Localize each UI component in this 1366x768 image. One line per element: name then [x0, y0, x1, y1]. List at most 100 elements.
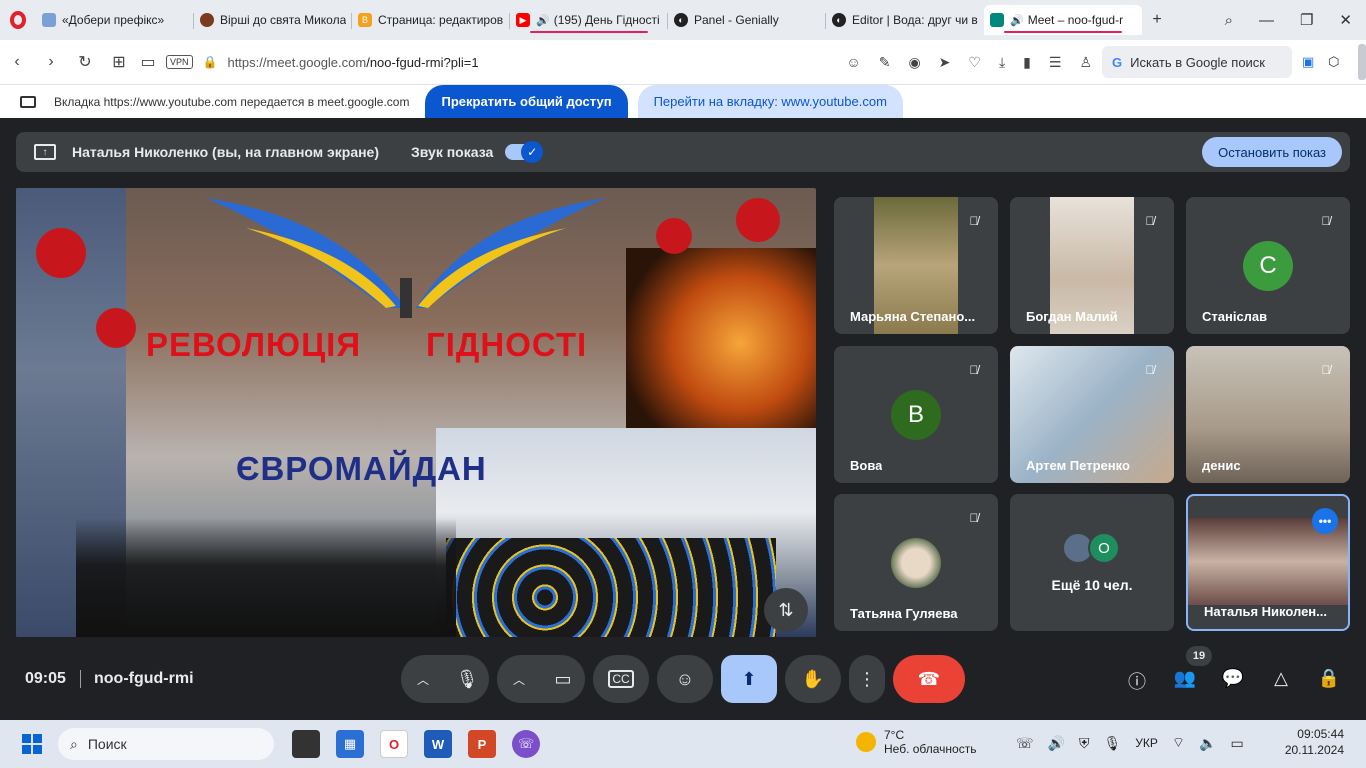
present-button[interactable]: ⬆ — [721, 655, 777, 703]
search-icon: ⌕ — [70, 735, 78, 752]
more-options-button[interactable]: ⋮ — [849, 655, 885, 703]
speaker-tray-icon[interactable]: 🔊 — [1048, 735, 1065, 752]
mic-control-group: ︿ 🎙 — [401, 655, 489, 703]
heart-icon[interactable]: ♡ — [968, 54, 981, 71]
tab-favicon-icon — [200, 13, 214, 27]
snapshot-icon[interactable]: ◉ — [908, 54, 920, 71]
participant-tile[interactable]: С 🎙̸ Станіслав — [1186, 197, 1350, 334]
participant-tile[interactable]: 🎙̸ Татьяна Гуляева — [834, 494, 998, 631]
participant-tile[interactable]: 🎙̸ денис — [1186, 346, 1350, 483]
wifi-icon[interactable]: ⌔ — [1172, 734, 1185, 752]
new-tab-button[interactable]: + — [1142, 11, 1172, 29]
url-field[interactable]: https://meet.google.com/noo-fgud-rmi?pli… — [227, 55, 478, 70]
url-path: /noo-fgud-rmi?pli=1 — [366, 54, 479, 70]
forward-icon[interactable]: › — [34, 53, 68, 71]
extensions-icon[interactable]: ⬡ — [1328, 54, 1354, 70]
sound-toggle[interactable]: ✓ — [505, 141, 544, 163]
language-indicator[interactable]: УКР — [1135, 736, 1158, 750]
viber-icon[interactable]: ☏ — [512, 730, 540, 758]
emoji-icon[interactable]: ☺ — [846, 54, 860, 70]
participant-photo — [891, 538, 941, 588]
volume-icon[interactable]: 🔈 — [1199, 735, 1216, 752]
profile-icon[interactable]: ♙ — [1079, 54, 1092, 71]
swap-layout-button[interactable]: ⇅ — [764, 588, 808, 632]
self-tile[interactable]: ••• Наталья Николен... — [1186, 494, 1350, 631]
leave-call-button[interactable]: ☎ — [893, 655, 965, 703]
weather-description: Неб. облачность — [884, 742, 977, 756]
captions-button[interactable]: CC — [593, 655, 649, 703]
lock-icon[interactable]: 🔒 — [203, 55, 218, 69]
tab-5[interactable]: ◐ Editor | Вода: друг чи в — [826, 5, 984, 35]
participant-tile[interactable]: В 🎙̸ Вова — [834, 346, 998, 483]
stop-sharing-button[interactable]: Прекратить общий доступ — [425, 84, 628, 119]
tab-6[interactable]: 🔊 Meet – noo-fgud-r — [984, 5, 1142, 35]
genially-icon: ◐ — [832, 13, 846, 27]
maximize-icon[interactable]: ❐ — [1300, 11, 1313, 29]
activities-button[interactable]: △ — [1266, 668, 1296, 689]
more-options-icon[interactable]: ••• — [1312, 508, 1338, 534]
download-icon[interactable]: ⤓ — [999, 54, 1005, 71]
speed-dial-icon[interactable]: ⊞ — [102, 52, 136, 72]
tab-1[interactable]: Вірші до свята Микола — [194, 5, 352, 35]
slide-subtitle: ЄВРОМАЙДАН — [236, 450, 487, 487]
windows-taskbar: ⌕ Поиск ▦ O W P ☏ 7°C Неб. облачность ☏ 🔊 … — [0, 720, 1366, 768]
address-bar: ‹ › ↻ ⊞ ▭ VPN 🔒 https://meet.google.com/… — [0, 40, 1366, 84]
audio-icon[interactable]: 🔊 — [1010, 14, 1024, 27]
reactions-button[interactable]: ☺ — [657, 655, 713, 703]
system-tray: ☏ 🔊 ⛨ 🎙 УКР ⌔ 🔈 ▭ — [1016, 734, 1244, 752]
google-icon: G — [1112, 54, 1123, 70]
youtube-icon: ▶ — [516, 13, 530, 27]
tab-title: Panel - Genially — [694, 13, 779, 27]
participant-count-badge: 19 — [1186, 646, 1212, 666]
chat-button[interactable]: 💬 — [1218, 668, 1248, 689]
powerpoint-icon[interactable]: P — [468, 730, 496, 758]
easy-setup-icon[interactable]: ☰ — [1049, 54, 1062, 71]
task-view-icon[interactable] — [292, 730, 320, 758]
reload-icon[interactable]: ↻ — [68, 52, 102, 72]
google-search-box[interactable]: G Искать в Google поиск — [1102, 46, 1292, 78]
edit-icon[interactable]: ✎ — [879, 54, 891, 71]
participant-tile[interactable]: 🎙̸ Марьяна Степано... — [834, 197, 998, 334]
microphone-button[interactable]: 🎙 — [445, 669, 489, 690]
battery-saver-icon[interactable]: ▮ — [1023, 54, 1031, 71]
meeting-details-button[interactable]: ⓘ — [1122, 668, 1152, 694]
scrollbar[interactable] — [1358, 44, 1366, 80]
weather-widget[interactable]: 7°C Неб. облачность — [856, 728, 976, 756]
tab-search-icon[interactable]: ⌕ — [1225, 12, 1233, 29]
more-participants-tile[interactable]: О Ещё 10 чел. — [1010, 494, 1174, 631]
security-tray-icon[interactable]: ⛨ — [1079, 735, 1090, 752]
taskbar-clock[interactable]: 09:05:44 20.11.2024 — [1285, 726, 1344, 758]
tab-2[interactable]: B Страница: редактиров — [352, 5, 510, 35]
back-icon[interactable]: ‹ — [0, 53, 34, 71]
word-icon[interactable]: W — [424, 730, 452, 758]
raise-hand-button[interactable]: ✋ — [785, 655, 841, 703]
start-button[interactable] — [22, 734, 42, 754]
tab-0[interactable]: «Добери префікс» — [36, 5, 194, 35]
tab-4[interactable]: ◐ Panel - Genially — [668, 5, 826, 35]
tab-3[interactable]: ▶ 🔊 (195) День Гідності — [510, 5, 668, 35]
microphone-tray-icon[interactable]: 🎙 — [1103, 735, 1121, 752]
battery-icon[interactable]: ▭ — [1230, 735, 1243, 752]
people-button[interactable]: 👥 — [1170, 668, 1200, 689]
camera-icon[interactable]: ▭ — [136, 52, 160, 72]
participant-tile[interactable]: 🎙̸ Богдан Малий — [1010, 197, 1174, 334]
camera-button[interactable]: ▭ — [541, 669, 585, 690]
meeting-time: 09:05 — [25, 670, 66, 687]
participant-tile[interactable]: 🎙̸ Артем Петренко — [1010, 346, 1174, 483]
viber-tray-icon[interactable]: ☏ — [1016, 735, 1034, 752]
go-to-tab-button[interactable]: Перейти на вкладку: www.youtube.com — [637, 84, 903, 119]
send-icon[interactable]: ➤ — [939, 54, 951, 71]
audio-settings-chevron-icon[interactable]: ︿ — [401, 671, 445, 688]
taskbar-search[interactable]: ⌕ Поиск — [58, 728, 274, 760]
vpn-badge[interactable]: VPN — [166, 55, 193, 69]
stop-presenting-button[interactable]: Остановить показ — [1202, 137, 1342, 167]
audio-icon[interactable]: 🔊 — [536, 14, 550, 27]
video-settings-chevron-icon[interactable]: ︿ — [497, 671, 541, 688]
opera-icon[interactable]: O — [380, 730, 408, 758]
minimize-icon[interactable]: — — [1259, 12, 1274, 29]
close-icon[interactable]: ✕ — [1339, 11, 1352, 29]
opera-logo-icon[interactable] — [0, 0, 36, 40]
sidebar-toggle-icon[interactable]: ▣ — [1302, 54, 1328, 70]
host-controls-button[interactable]: 🔒 — [1314, 668, 1344, 689]
store-icon[interactable]: ▦ — [336, 730, 364, 758]
